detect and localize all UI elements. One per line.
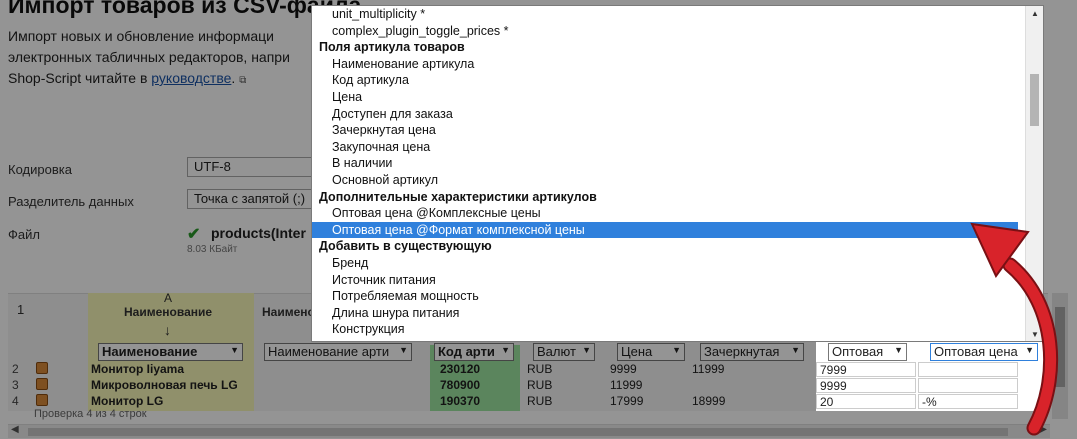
- cell-input[interactable]: 20: [816, 394, 916, 409]
- dropdown-options: unit_multiplicity * complex_plugin_toggle…: [312, 6, 1018, 341]
- dropdown-option[interactable]: Наименование артикула: [312, 56, 1018, 73]
- dropdown-option[interactable]: Источник питания: [312, 272, 1018, 289]
- dropdown-option[interactable]: Т...: [312, 338, 1018, 341]
- annotation-arrow-icon: [970, 222, 1059, 436]
- chevron-down-icon: ▼: [894, 345, 903, 355]
- dropdown-option[interactable]: Длина шнура питания: [312, 305, 1018, 322]
- selected-option[interactable]: Оптовая цена @Формат комплексной цены: [312, 221, 1018, 239]
- dropdown-option[interactable]: Зачеркнутая цена: [312, 122, 1018, 139]
- dropdown-option[interactable]: Код артикула: [312, 72, 1018, 89]
- dropdown-option[interactable]: В наличии: [312, 155, 1018, 172]
- option-group-label: Добавить в существующую: [319, 239, 492, 254]
- dropdown-option[interactable]: Закупочная цена: [312, 139, 1018, 156]
- dropdown-option[interactable]: Оптовая цена @Комплексные цены: [312, 205, 1018, 222]
- dropdown-option[interactable]: Основной артикул: [312, 172, 1018, 189]
- dropdown-option[interactable]: Потребляемая мощность: [312, 288, 1018, 305]
- column-mapping-dropdown[interactable]: unit_multiplicity * complex_plugin_toggle…: [311, 5, 1044, 342]
- cell-input[interactable]: 9999: [816, 378, 916, 393]
- select-value: Оптовая: [832, 344, 884, 359]
- option-group-label: Поля артикула товаров: [319, 40, 465, 55]
- option-group-label: Дополнительные характеристики артикулов: [319, 189, 597, 204]
- scrollbar-thumb[interactable]: [1030, 74, 1039, 126]
- scroll-up-icon[interactable]: ▲: [1031, 9, 1039, 18]
- dropdown-option[interactable]: Конструкция: [312, 321, 1018, 338]
- dropdown-option[interactable]: Цена: [312, 89, 1018, 106]
- cell-input[interactable]: 7999: [816, 362, 916, 377]
- dropdown-option[interactable]: Бренд: [312, 255, 1018, 272]
- dropdown-option[interactable]: unit_multiplicity *: [312, 6, 1018, 23]
- dropdown-option[interactable]: complex_plugin_toggle_prices *: [312, 23, 1018, 40]
- dropdown-option[interactable]: Доступен для заказа: [312, 106, 1018, 123]
- column-select-wholesale[interactable]: Оптовая ▼: [828, 343, 907, 361]
